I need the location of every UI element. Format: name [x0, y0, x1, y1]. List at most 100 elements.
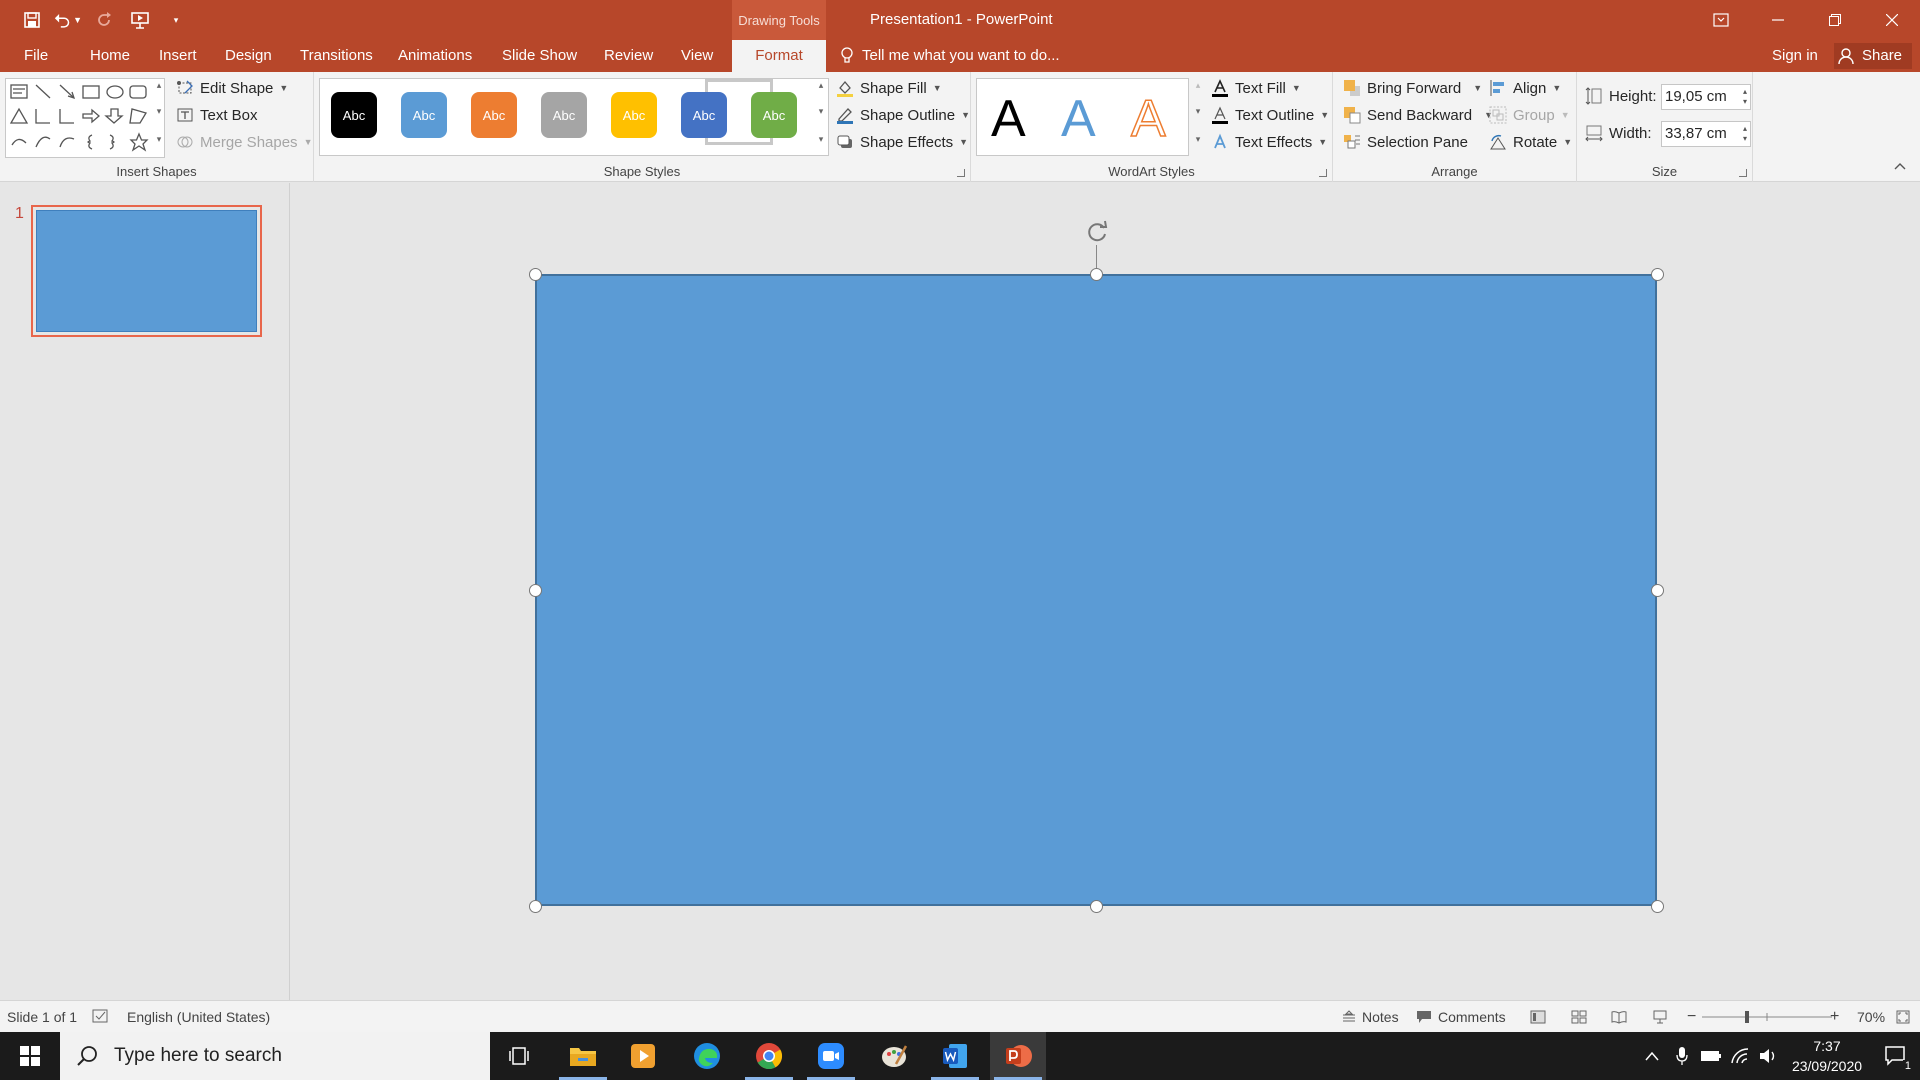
- save-button[interactable]: [18, 6, 46, 34]
- wordart-style-orange-outline[interactable]: A: [1130, 89, 1166, 149]
- minimize-button[interactable]: [1749, 0, 1806, 40]
- spin-up-icon[interactable]: ▴: [1743, 124, 1747, 134]
- zoom-in-button[interactable]: +: [1830, 1001, 1839, 1033]
- rotate-button[interactable]: Rotate ▼: [1489, 130, 1572, 154]
- shapes-more-icon[interactable]: ▾: [152, 134, 166, 145]
- text-fill-button[interactable]: Text Fill ▼: [1211, 76, 1301, 100]
- notes-button[interactable]: Notes: [1342, 1001, 1399, 1033]
- start-button[interactable]: [0, 1032, 60, 1080]
- style-swatch[interactable]: Abc: [331, 92, 377, 138]
- dialog-launcher-icon[interactable]: [1739, 169, 1747, 177]
- volume-tray-icon[interactable]: [1754, 1032, 1782, 1080]
- undo-button[interactable]: ▼: [54, 6, 82, 34]
- tab-format[interactable]: Format: [732, 40, 826, 72]
- styles-scroll-down-icon[interactable]: ▾: [814, 106, 828, 117]
- action-center-button[interactable]: 1: [1872, 1032, 1920, 1080]
- styles-scroll-up-icon[interactable]: ▴: [814, 80, 828, 91]
- tab-design[interactable]: Design: [225, 40, 272, 72]
- styles-more-icon[interactable]: ▾: [814, 134, 828, 145]
- style-swatch[interactable]: Abc: [751, 92, 797, 138]
- restore-button[interactable]: [1806, 0, 1863, 40]
- media-player-app[interactable]: [615, 1032, 671, 1080]
- tab-file[interactable]: File: [24, 40, 48, 72]
- tab-insert[interactable]: Insert: [159, 40, 197, 72]
- shapes-scroll-down-icon[interactable]: ▾: [152, 106, 166, 117]
- text-outline-button[interactable]: Text Outline ▼: [1211, 103, 1329, 127]
- slide-sorter-button[interactable]: [1571, 1001, 1587, 1033]
- text-box-button[interactable]: Text Box: [176, 103, 258, 127]
- style-swatch[interactable]: Abc: [471, 92, 517, 138]
- edge-app[interactable]: [679, 1032, 735, 1080]
- slide-editing-area[interactable]: [291, 183, 1920, 1000]
- resize-handle-top-left[interactable]: [529, 268, 542, 281]
- style-swatch[interactable]: Abc: [611, 92, 657, 138]
- resize-handle-bottom-left[interactable]: [529, 900, 542, 913]
- chrome-app[interactable]: [741, 1032, 797, 1080]
- resize-handle-right[interactable]: [1651, 584, 1664, 597]
- selection-pane-button[interactable]: Selection Pane: [1343, 130, 1468, 154]
- normal-view-button[interactable]: [1530, 1001, 1546, 1033]
- resize-handle-top-right[interactable]: [1651, 268, 1664, 281]
- redo-button[interactable]: [90, 6, 118, 34]
- shape-effects-button[interactable]: Shape Effects ▼: [836, 130, 968, 154]
- taskbar-search-box[interactable]: Type here to search: [60, 1032, 490, 1080]
- ribbon-display-options-button[interactable]: [1692, 0, 1749, 40]
- microphone-tray-icon[interactable]: [1668, 1032, 1696, 1080]
- file-explorer-app[interactable]: [555, 1032, 611, 1080]
- wifi-tray-icon[interactable]: [1726, 1032, 1754, 1080]
- spell-check-button[interactable]: [92, 1001, 110, 1033]
- zoom-out-button[interactable]: −: [1687, 1001, 1696, 1033]
- language-indicator[interactable]: English (United States): [127, 1001, 270, 1033]
- shape-fill-button[interactable]: Shape Fill ▼: [836, 76, 942, 100]
- show-hidden-icons-button[interactable]: [1636, 1032, 1668, 1080]
- collapse-ribbon-button[interactable]: [1894, 157, 1906, 173]
- zoom-slider[interactable]: [1702, 1001, 1832, 1033]
- tab-view[interactable]: View: [681, 40, 713, 72]
- shapes-scroll-up-icon[interactable]: ▴: [152, 80, 166, 91]
- wordart-more-icon[interactable]: ▾: [1191, 134, 1205, 145]
- share-button[interactable]: Share: [1834, 43, 1912, 69]
- fit-to-window-button[interactable]: [1896, 1001, 1910, 1033]
- spin-up-icon[interactable]: ▴: [1743, 87, 1747, 97]
- tell-me-box[interactable]: Tell me what you want to do...: [840, 40, 1060, 72]
- dialog-launcher-icon[interactable]: [1319, 169, 1327, 177]
- edit-shape-button[interactable]: Edit Shape ▼: [176, 76, 288, 100]
- spin-down-icon[interactable]: ▾: [1743, 134, 1747, 144]
- tab-slide-show[interactable]: Slide Show: [502, 40, 577, 72]
- wordart-scroll-up-icon[interactable]: ▴: [1191, 80, 1205, 91]
- resize-handle-top[interactable]: [1090, 268, 1103, 281]
- reading-view-button[interactable]: [1611, 1001, 1627, 1033]
- merge-shapes-button[interactable]: Merge Shapes ▼: [176, 130, 312, 154]
- word-app[interactable]: [927, 1032, 983, 1080]
- tab-animations[interactable]: Animations: [398, 40, 472, 72]
- customize-qat-button[interactable]: ▾: [162, 6, 190, 34]
- tab-home[interactable]: Home: [90, 40, 130, 72]
- sign-in-link[interactable]: Sign in: [1772, 40, 1818, 72]
- group-button[interactable]: Group ▼: [1489, 103, 1570, 127]
- tab-review[interactable]: Review: [604, 40, 653, 72]
- slide-show-button[interactable]: [1652, 1001, 1668, 1033]
- text-effects-button[interactable]: Text Effects ▼: [1211, 130, 1327, 154]
- style-swatch[interactable]: Abc: [401, 92, 447, 138]
- close-button[interactable]: [1863, 0, 1920, 40]
- style-swatch[interactable]: Abc: [541, 92, 587, 138]
- wordart-style-blue[interactable]: A: [1061, 89, 1096, 149]
- height-input[interactable]: 19,05 cm ▴ ▾: [1661, 84, 1751, 110]
- rotate-handle[interactable]: [1082, 217, 1112, 247]
- battery-tray-icon[interactable]: [1696, 1032, 1726, 1080]
- resize-handle-bottom-right[interactable]: [1651, 900, 1664, 913]
- dialog-launcher-icon[interactable]: [957, 169, 965, 177]
- style-swatch[interactable]: Abc: [681, 92, 727, 138]
- wordart-scroll-down-icon[interactable]: ▾: [1191, 106, 1205, 117]
- wordart-style-black[interactable]: A: [991, 89, 1026, 149]
- bring-forward-button[interactable]: Bring Forward ▼: [1343, 76, 1482, 100]
- taskbar-clock[interactable]: 7:37 23/09/2020: [1782, 1036, 1872, 1076]
- selected-rectangle-shape[interactable]: [535, 274, 1657, 906]
- spin-down-icon[interactable]: ▾: [1743, 97, 1747, 107]
- slide-thumbnail[interactable]: [31, 205, 262, 337]
- start-from-beginning-button[interactable]: [126, 6, 154, 34]
- align-button[interactable]: Align ▼: [1489, 76, 1561, 100]
- resize-handle-bottom[interactable]: [1090, 900, 1103, 913]
- undo-dropdown-icon[interactable]: ▼: [73, 15, 82, 25]
- powerpoint-app[interactable]: [990, 1032, 1046, 1080]
